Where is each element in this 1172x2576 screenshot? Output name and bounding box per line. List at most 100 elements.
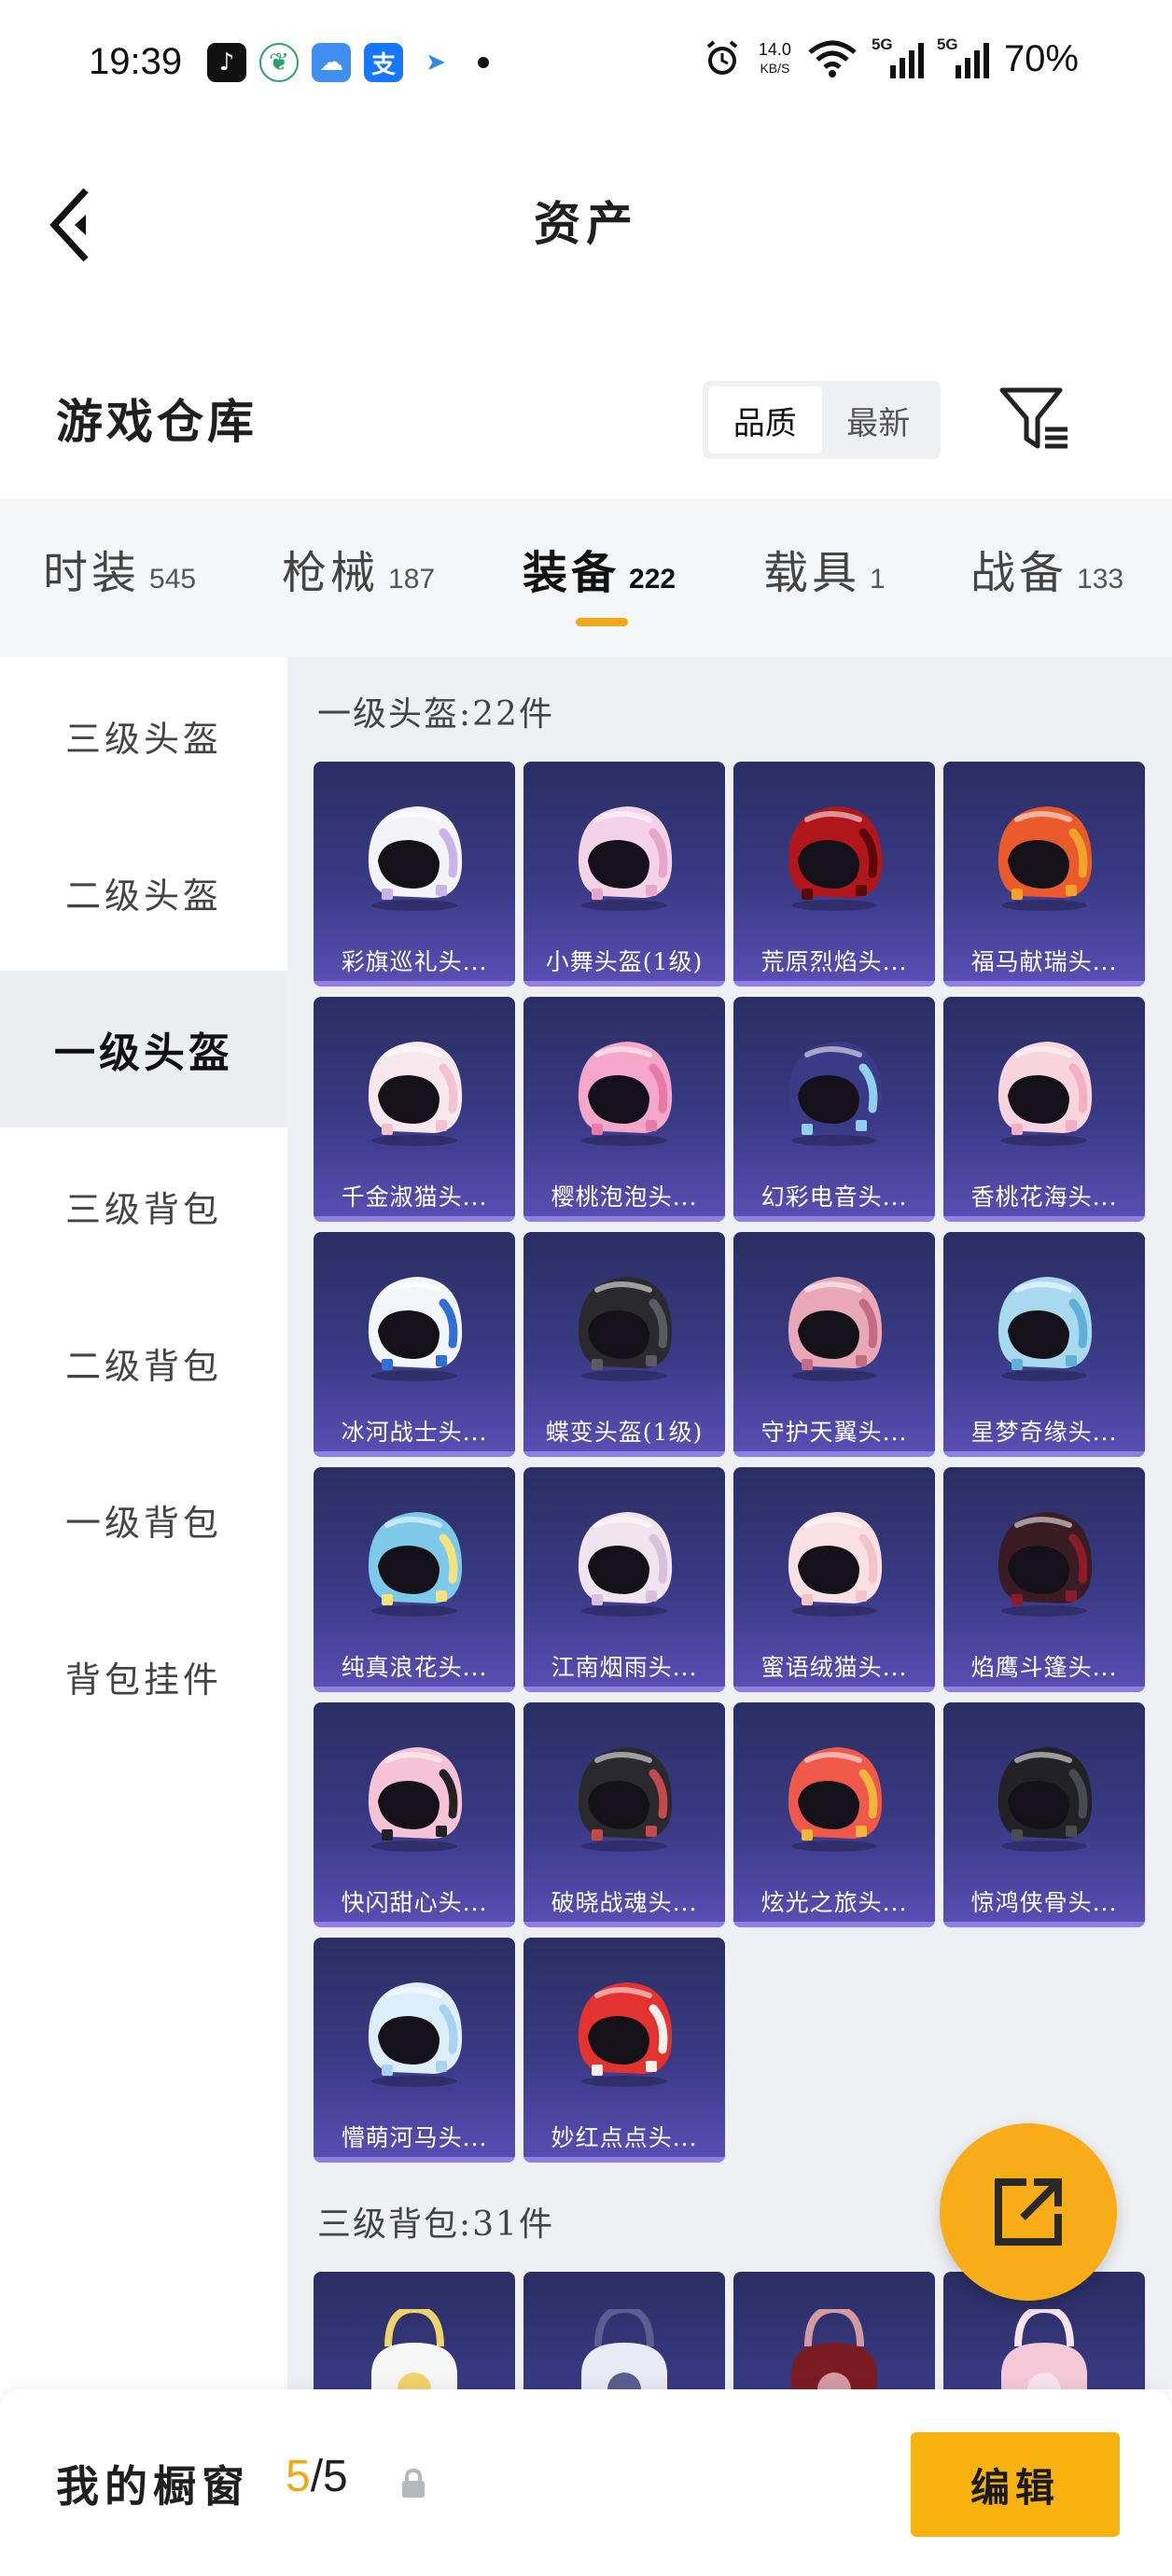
- item-label: 快闪甜心头...: [341, 1889, 488, 1916]
- bottom-bar: 我的橱窗 5/5 编辑: [0, 2389, 1172, 2576]
- tiktok-icon: ♪: [207, 43, 246, 82]
- item-label: 荒原烈焰头...: [760, 948, 908, 975]
- showcase-label: 我的橱窗: [56, 2461, 250, 2512]
- helmet-icon: [368, 1277, 463, 1381]
- helmet-icon: [368, 1747, 463, 1852]
- helmet-icon: [788, 1747, 883, 1852]
- helmet-icon: [998, 1747, 1093, 1852]
- helmet-item-card[interactable]: 千金淑猫头...: [314, 997, 515, 1222]
- helmet-item-card[interactable]: 冰河战士头...: [314, 1232, 515, 1457]
- item-label: 焰鹰斗篷头...: [970, 1654, 1118, 1681]
- tab-label: 枪械: [282, 547, 380, 599]
- signal-icon-2: 5G: [937, 35, 989, 78]
- item-label: 炫光之旅头...: [760, 1889, 908, 1916]
- item-label: 江南烟雨头...: [551, 1654, 698, 1681]
- item-label: 彩旗巡礼头...: [341, 948, 488, 975]
- helmet-item-card[interactable]: 江南烟雨头...: [523, 1467, 725, 1692]
- helmet-item-card[interactable]: 蜜语绒猫头...: [733, 1467, 935, 1692]
- tab-count: 133: [1077, 564, 1124, 595]
- sidebar: 三级头盔 二级头盔 一级头盔 三级背包 二级背包 一级背包 背包挂件: [0, 657, 287, 2389]
- helmet-icon: [578, 1042, 673, 1146]
- helmet-item-card[interactable]: 幻彩电音头...: [733, 997, 935, 1222]
- tab-fashion[interactable]: 时装 545: [43, 536, 196, 601]
- helmet-grid: 彩旗巡礼头... 小舞头盔(1级) 荒原烈焰头... 福马献瑞头... 千金淑猫头...…: [314, 762, 1145, 2163]
- showcase-used: 5: [286, 2452, 311, 2501]
- helmet-icon: [368, 1042, 463, 1146]
- tab-count: 1: [870, 564, 886, 595]
- sidebar-item-level1-helmet[interactable]: 一级头盔: [0, 971, 287, 1127]
- helmet-item-card[interactable]: 纯真浪花头...: [314, 1467, 515, 1692]
- showcase-count: 5/5: [286, 2451, 348, 2502]
- helmet-item-card[interactable]: 蝶变头盔(1级): [523, 1232, 725, 1457]
- active-tab-indicator: [576, 618, 628, 626]
- tab-vehicles[interactable]: 载具 1: [763, 536, 886, 601]
- helmet-item-card[interactable]: 樱桃泡泡头...: [523, 997, 725, 1222]
- sidebar-item-level3-backpack[interactable]: 三级背包: [0, 1127, 287, 1284]
- tab-equipment[interactable]: 装备 222: [523, 536, 676, 601]
- helmet-item-card[interactable]: 荒原烈焰头...: [733, 762, 935, 987]
- share-button[interactable]: [940, 2123, 1117, 2301]
- helmet-item-card[interactable]: 香桃花海头...: [943, 997, 1145, 1222]
- helmet-icon: [368, 1512, 463, 1617]
- sort-segmented-control: 品质 最新: [703, 381, 941, 459]
- backpack-item-card[interactable]: [523, 2272, 725, 2389]
- tab-supplies[interactable]: 战备 133: [970, 536, 1123, 601]
- tab-label: 时装: [43, 547, 141, 599]
- item-label: 幻彩电音头...: [760, 1183, 908, 1211]
- helmet-icon: [788, 806, 883, 911]
- filter-icon[interactable]: [998, 385, 1071, 454]
- helmet-item-card[interactable]: 妙红点点头...: [523, 1938, 725, 2163]
- helmet-icon: [788, 1042, 883, 1146]
- helmet-icon: [578, 1512, 673, 1617]
- showcase-separator: /: [310, 2452, 324, 2501]
- helmet-item-card[interactable]: 守护天翼头...: [733, 1232, 935, 1457]
- helmet-item-card[interactable]: 懵萌河马头...: [314, 1938, 515, 2163]
- signal-icon-1: 5G: [872, 35, 924, 78]
- helmet-item-card[interactable]: 星梦奇缘头...: [943, 1232, 1145, 1457]
- alipay-icon: 支: [364, 43, 403, 82]
- sidebar-item-level1-backpack[interactable]: 一级背包: [0, 1441, 287, 1598]
- weather-icon: ☁: [312, 43, 351, 82]
- tab-weapons[interactable]: 枪械 187: [282, 536, 435, 601]
- signal-type-1: 5G: [871, 35, 893, 53]
- helmet-item-card[interactable]: 彩旗巡礼头...: [314, 762, 515, 987]
- lock-icon: [402, 2468, 425, 2498]
- backpack-icon: [791, 2309, 877, 2389]
- item-label: 妙红点点头...: [551, 2124, 698, 2151]
- helmet-item-card[interactable]: 惊鸿侠骨头...: [943, 1702, 1145, 1927]
- helmet-item-card[interactable]: 福马献瑞头...: [943, 762, 1145, 987]
- helmet-icon: [578, 1277, 673, 1381]
- sidebar-item-level2-backpack[interactable]: 二级背包: [0, 1284, 287, 1441]
- net-speed: 14.0 KB/S: [759, 40, 791, 77]
- item-label: 惊鸿侠骨头...: [970, 1889, 1118, 1916]
- alarm-icon: [706, 40, 738, 75]
- backpack-item-card[interactable]: [733, 2272, 935, 2389]
- sidebar-item-level3-helmet[interactable]: 三级头盔: [0, 657, 287, 814]
- sidebar-item-backpack-charm[interactable]: 背包挂件: [0, 1598, 287, 1755]
- helmet-item-card[interactable]: 破晓战魂头...: [523, 1702, 725, 1927]
- tab-count: 222: [629, 564, 677, 595]
- showcase-total: 5: [323, 2452, 348, 2501]
- helmet-icon: [578, 806, 673, 911]
- helmet-icon: [788, 1277, 883, 1381]
- item-label: 蜜语绒猫头...: [760, 1654, 908, 1681]
- item-label: 千金淑猫头...: [341, 1183, 488, 1211]
- helmet-item-card[interactable]: 焰鹰斗篷头...: [943, 1467, 1145, 1692]
- sidebar-item-level2-helmet[interactable]: 二级头盔: [0, 814, 287, 971]
- backpack-item-card[interactable]: [314, 2272, 515, 2389]
- category-tabs: 时装 545 枪械 187 装备 222 载具 1 战备 133: [0, 498, 1172, 657]
- tab-label: 载具: [763, 547, 861, 599]
- helmet-item-card[interactable]: 小舞头盔(1级): [523, 762, 725, 987]
- item-label: 纯真浪花头...: [341, 1654, 488, 1681]
- sort-quality-button[interactable]: 品质: [708, 386, 822, 454]
- helmet-item-card[interactable]: 快闪甜心头...: [314, 1702, 515, 1927]
- sort-newest-button[interactable]: 最新: [822, 386, 936, 454]
- edit-button[interactable]: 编辑: [911, 2432, 1120, 2537]
- section-title-level1-helmet: 一级头盔:22件: [317, 695, 554, 734]
- item-label: 小舞头盔(1级): [545, 948, 704, 975]
- net-speed-unit: KB/S: [760, 61, 790, 76]
- tab-label: 战备: [970, 547, 1068, 599]
- helmet-icon: [998, 1042, 1093, 1146]
- item-label: 懵萌河马头...: [341, 2124, 488, 2151]
- helmet-item-card[interactable]: 炫光之旅头...: [733, 1702, 935, 1927]
